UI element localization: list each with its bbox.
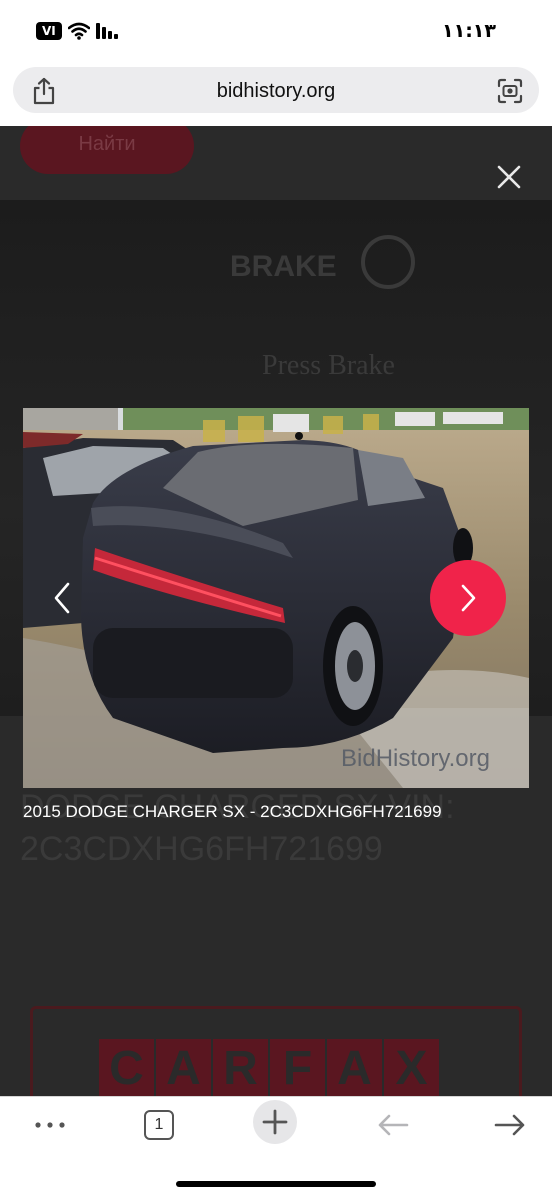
status-time: ١١:١٣ — [442, 20, 496, 42]
tabs-button[interactable]: 1 — [143, 1109, 175, 1141]
signal-icon — [95, 23, 118, 39]
photo-lightbox: BidHistory.org 2015 DODGE CHARGER SX - 2… — [0, 126, 552, 1096]
web-page-content: Найти BRAKE Press Brake DODGE CHARGER SX… — [0, 126, 552, 1096]
page-scan-icon[interactable] — [497, 78, 523, 104]
status-indicators: VI — [36, 22, 120, 40]
arrow-right-icon — [494, 1114, 525, 1136]
browser-address-area: bidhistory.org — [0, 62, 552, 126]
address-bar[interactable]: bidhistory.org — [13, 67, 539, 113]
previous-photo-button[interactable] — [48, 578, 78, 618]
photo-caption: 2015 DODGE CHARGER SX - 2C3CDXHG6FH72169… — [23, 802, 442, 821]
vpn-badge: VI — [36, 22, 62, 40]
url-domain[interactable]: bidhistory.org — [13, 80, 539, 103]
chevron-right-icon — [461, 584, 476, 612]
close-icon[interactable] — [494, 162, 524, 192]
wifi-icon — [67, 22, 90, 40]
status-bar: VI ١١:١٣ — [0, 0, 552, 62]
tabs-count: 1 — [144, 1110, 174, 1140]
next-photo-button[interactable] — [430, 560, 506, 636]
forward-button[interactable] — [493, 1109, 527, 1141]
watermark-text: BidHistory.org — [341, 745, 490, 772]
more-options-button[interactable] — [30, 1109, 70, 1141]
more-icon — [35, 1122, 65, 1128]
new-tab-button[interactable] — [253, 1100, 297, 1144]
home-indicator — [176, 1181, 376, 1187]
arrow-left-icon — [378, 1114, 409, 1136]
new-tab-circle — [253, 1100, 297, 1144]
plus-icon — [262, 1109, 288, 1135]
back-button[interactable] — [376, 1109, 410, 1141]
browser-toolbar: 1 — [0, 1096, 552, 1196]
